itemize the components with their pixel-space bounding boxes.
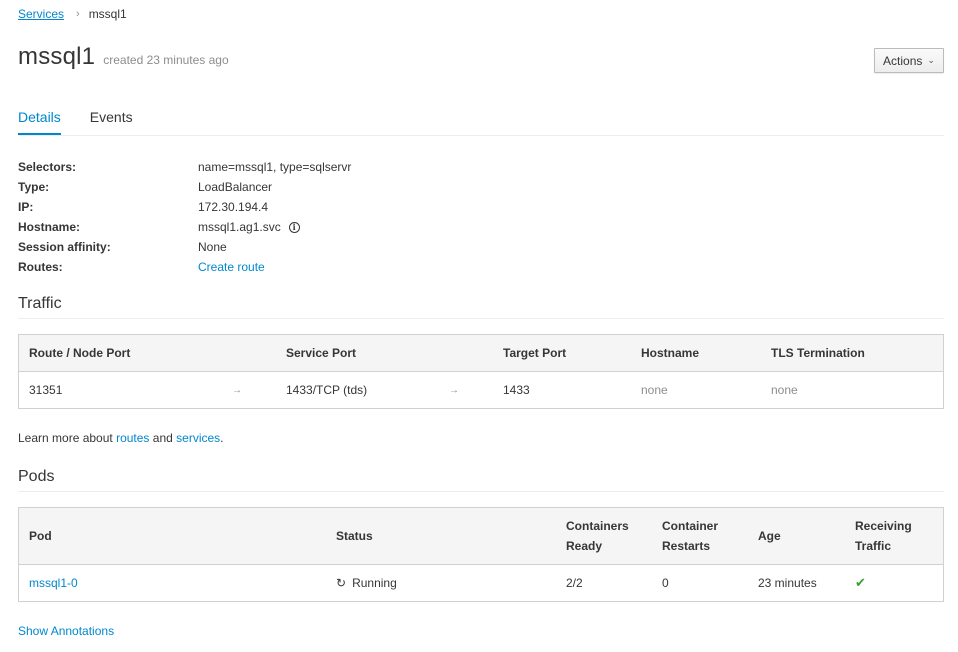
detail-row-selectors: Selectors: name=mssql1, type=sqlservr: [18, 157, 351, 177]
session-affinity-label: Session affinity:: [18, 240, 111, 254]
actions-label: Actions: [883, 53, 923, 68]
receiving-line1: Receiving: [855, 519, 912, 533]
show-annotations-link[interactable]: Show Annotations: [18, 624, 114, 638]
learn-more-suffix: .: [220, 431, 224, 445]
tab-events[interactable]: Events: [90, 105, 133, 135]
receiving-cell: ✔: [845, 564, 944, 602]
service-port-cell: 1433/TCP (tds): [276, 371, 439, 409]
tab-details[interactable]: Details: [18, 105, 61, 135]
sync-icon: ↻: [336, 576, 347, 590]
checkmark-icon: ✔: [855, 575, 866, 590]
hostname-label: Hostname:: [18, 220, 81, 234]
hostname-value-wrap: mssql1.ag1.svc i: [198, 220, 300, 234]
col-container-restarts: Container Restarts: [652, 507, 748, 565]
pod-cell: mssql1-0: [18, 564, 326, 602]
arrow-right-icon: →: [439, 371, 493, 409]
col-service-port: Service Port: [276, 334, 439, 372]
detail-row-type: Type: LoadBalancer: [18, 177, 351, 197]
learn-more-text: Learn more about routes and services.: [18, 431, 224, 445]
routes-label: Routes:: [18, 260, 63, 274]
containers-ready-line1: Containers: [566, 519, 629, 533]
pod-link[interactable]: mssql1-0: [29, 576, 78, 590]
col-route-node-port: Route / Node Port: [18, 334, 222, 372]
col-status: Status: [326, 507, 556, 565]
table-row: 31351 → 1433/TCP (tds) → 1433 none none: [18, 371, 944, 409]
learn-more-and: and: [152, 431, 173, 445]
actions-button[interactable]: Actions ⌄: [874, 48, 944, 73]
pods-section-title: Pods: [18, 468, 944, 492]
breadcrumb: Services › mssql1: [18, 7, 127, 21]
detail-row-session-affinity: Session affinity: None: [18, 237, 351, 257]
age-cell: 23 minutes: [748, 564, 845, 602]
info-icon[interactable]: i: [288, 221, 300, 233]
chevron-down-icon: ⌄: [927, 55, 935, 65]
container-restarts-cell: 0: [652, 564, 748, 602]
col-containers-ready: Containers Ready: [556, 507, 652, 565]
page-header: mssql1 created 23 minutes ago: [18, 43, 229, 71]
session-affinity-value: None: [198, 240, 227, 254]
col-arrow-2: [439, 334, 493, 372]
chevron-right-icon: ›: [76, 8, 80, 20]
traffic-section-title: Traffic: [18, 295, 944, 319]
status-text: Running: [352, 576, 397, 590]
hostname-cell: none: [631, 371, 761, 409]
page-title: mssql1: [18, 43, 96, 70]
col-tls-termination: TLS Termination: [761, 334, 944, 372]
containers-ready-line2: Ready: [566, 539, 603, 553]
created-timestamp: created 23 minutes ago: [103, 53, 229, 67]
learn-more-prefix: Learn more about: [18, 431, 113, 445]
col-hostname: Hostname: [631, 334, 761, 372]
hostname-value: mssql1.ag1.svc: [198, 220, 281, 234]
traffic-header-row: Route / Node Port Service Port Target Po…: [18, 334, 944, 372]
target-port-cell: 1433: [493, 371, 631, 409]
breadcrumb-current: mssql1: [88, 7, 127, 21]
selectors-value: name=mssql1, type=sqlservr: [198, 160, 352, 174]
detail-row-hostname: Hostname: mssql1.ag1.svc i: [18, 217, 351, 237]
traffic-table: Route / Node Port Service Port Target Po…: [18, 334, 944, 409]
tls-cell: none: [761, 371, 944, 409]
table-row: mssql1-0 ↻ Running 2/2 0 23 minutes ✔: [18, 564, 944, 602]
services-link[interactable]: services: [176, 431, 220, 445]
selectors-label: Selectors:: [18, 160, 77, 174]
pods-header-row: Pod Status Containers Ready Container Rest…: [18, 507, 944, 565]
detail-row-ip: IP: 172.30.194.4: [18, 197, 351, 217]
pods-table: Pod Status Containers Ready Container Rest…: [18, 507, 944, 602]
col-age: Age: [748, 507, 845, 565]
ip-value: 172.30.194.4: [198, 200, 269, 214]
container-restarts-line1: Container: [662, 519, 719, 533]
routes-link[interactable]: routes: [116, 431, 149, 445]
route-node-port-cell: 31351: [18, 371, 222, 409]
col-receiving-traffic: Receiving Traffic: [845, 507, 944, 565]
create-route-link[interactable]: Create route: [198, 260, 265, 274]
detail-row-routes: Routes: Create route: [18, 257, 351, 277]
col-arrow-1: [222, 334, 276, 372]
ip-label: IP:: [18, 200, 34, 214]
col-target-port: Target Port: [493, 334, 631, 372]
type-label: Type:: [18, 180, 50, 194]
details-list: Selectors: name=mssql1, type=sqlservr Ty…: [18, 157, 351, 277]
container-restarts-line2: Restarts: [662, 539, 711, 553]
status-cell: ↻ Running: [326, 564, 556, 602]
type-value: LoadBalancer: [198, 180, 273, 194]
tab-bar: Details Events: [18, 105, 944, 136]
containers-ready-cell: 2/2: [556, 564, 652, 602]
breadcrumb-services-link[interactable]: Services: [18, 7, 64, 21]
arrow-right-icon: →: [222, 371, 276, 409]
col-pod: Pod: [18, 507, 326, 565]
receiving-line2: Traffic: [855, 539, 892, 553]
